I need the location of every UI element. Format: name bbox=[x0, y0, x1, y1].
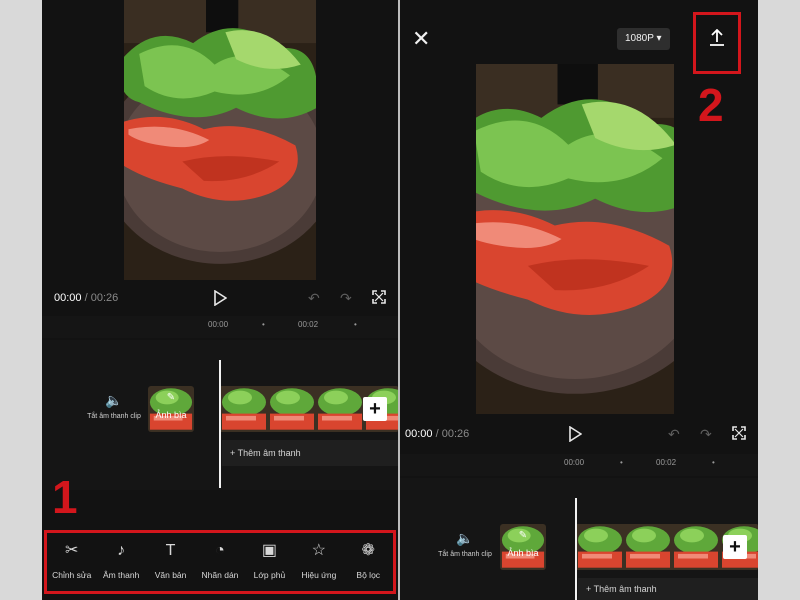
tool-label: Bộ lọc bbox=[356, 570, 381, 580]
filter-icon: ❁ bbox=[361, 542, 375, 559]
resolution-value: 1080P bbox=[625, 33, 654, 44]
time-display: 00:00 / 00:26 bbox=[405, 428, 469, 440]
editor-screen: 00:00 / 00:26 ↶ ↷ 00:00 • 00:02 • 🔈 Tắt … bbox=[42, 0, 398, 600]
undo-icon[interactable]: ↶ bbox=[308, 290, 320, 306]
annotation-step-1: 1 bbox=[52, 471, 78, 523]
cover-image-button[interactable]: ✎ Ảnh bìa bbox=[148, 386, 194, 432]
ruler-mark: 00:00 bbox=[208, 320, 229, 329]
text-icon: T bbox=[165, 542, 176, 559]
add-audio-label: Thêm âm thanh bbox=[237, 448, 301, 458]
overlay-icon: ▣ bbox=[261, 542, 277, 559]
sticker-icon: ◔ bbox=[215, 542, 225, 559]
time-ruler: 00:00 • 00:02 • bbox=[400, 454, 758, 476]
time-separator: / bbox=[84, 292, 88, 304]
ruler-mark: 00:02 bbox=[298, 320, 319, 329]
add-audio-track[interactable]: + Thêm âm thanh bbox=[222, 440, 398, 466]
speaker-icon: 🔈 bbox=[105, 392, 123, 408]
playhead[interactable] bbox=[219, 360, 221, 488]
cover-image-button[interactable]: ✎ Ảnh bìa bbox=[500, 524, 546, 570]
scissors-icon: ✂ bbox=[65, 542, 79, 559]
tool-edit[interactable]: ✂ Chỉnh sửa bbox=[47, 541, 96, 583]
export-button[interactable] bbox=[693, 12, 741, 74]
mute-clip-label: Tắt âm thanh clip bbox=[438, 551, 492, 558]
redo-icon[interactable]: ↷ bbox=[700, 426, 712, 442]
fullscreen-icon[interactable] bbox=[732, 426, 746, 443]
tool-label: Chỉnh sửa bbox=[52, 570, 92, 580]
tool-effects[interactable]: ☆ Hiệu ứng bbox=[294, 541, 343, 583]
mute-clip-button[interactable]: 🔈 Tắt âm thanh clip bbox=[87, 392, 141, 420]
duration: 00:26 bbox=[441, 428, 470, 440]
tool-overlay[interactable]: ▣ Lớp phủ bbox=[245, 541, 294, 583]
tool-label: Hiệu ứng bbox=[301, 570, 337, 580]
playhead[interactable] bbox=[575, 498, 577, 600]
redo-icon[interactable]: ↷ bbox=[340, 290, 352, 306]
ruler-mark: 00:02 bbox=[656, 458, 677, 467]
tool-audio[interactable]: ♪ Âm thanh bbox=[96, 541, 145, 583]
music-note-icon: ♪ bbox=[117, 542, 126, 559]
add-clip-button[interactable]: + bbox=[363, 397, 387, 421]
ruler-mark: 00:00 bbox=[564, 458, 585, 467]
duration: 00:26 bbox=[90, 292, 119, 304]
ruler-dot: • bbox=[620, 458, 623, 467]
upload-icon bbox=[696, 28, 738, 52]
annotation-step-2: 2 bbox=[698, 79, 724, 131]
cover-label: Ảnh bìa bbox=[155, 410, 187, 420]
bottom-toolbar: ✂ Chỉnh sửa ♪ Âm thanh T Văn bản ◔ Nhãn … bbox=[44, 530, 396, 594]
resolution-dropdown[interactable]: 1080P ▾ bbox=[617, 28, 670, 50]
fullscreen-icon[interactable] bbox=[372, 290, 386, 307]
undo-icon[interactable]: ↶ bbox=[668, 426, 680, 442]
ruler-dot: • bbox=[354, 320, 357, 329]
tool-filter[interactable]: ❁ Bộ lọc bbox=[344, 541, 393, 583]
play-icon[interactable] bbox=[213, 289, 228, 309]
cover-label: Ảnh bìa bbox=[507, 548, 539, 558]
export-screen: ✕ 1080P ▾ 2 00:00 / 00:26 ↶ ↷ 00:00 • 00… bbox=[400, 0, 758, 600]
tool-label: Nhãn dán bbox=[201, 570, 239, 580]
play-icon[interactable] bbox=[568, 425, 583, 445]
tool-sticker[interactable]: ◔ Nhãn dán bbox=[195, 541, 244, 583]
pencil-icon: ✎ bbox=[518, 530, 528, 541]
current-time: 00:00 bbox=[54, 292, 82, 304]
video-preview[interactable] bbox=[476, 64, 674, 414]
tool-label: Lớp phủ bbox=[253, 570, 286, 580]
mute-clip-button[interactable]: 🔈 Tắt âm thanh clip bbox=[438, 530, 492, 558]
ruler-dot: • bbox=[712, 458, 715, 467]
mute-clip-label: Tắt âm thanh clip bbox=[87, 413, 141, 420]
time-separator: / bbox=[435, 428, 439, 440]
effects-icon: ☆ bbox=[311, 542, 326, 559]
ruler-dot: • bbox=[262, 320, 265, 329]
tool-text[interactable]: T Văn bản bbox=[146, 541, 195, 583]
time-display: 00:00 / 00:26 bbox=[54, 292, 118, 304]
time-ruler: 00:00 • 00:02 • bbox=[42, 316, 398, 338]
add-audio-label: Thêm âm thanh bbox=[593, 584, 657, 594]
video-preview[interactable] bbox=[124, 0, 316, 280]
current-time: 00:00 bbox=[405, 428, 433, 440]
caret-down-icon: ▾ bbox=[656, 33, 662, 44]
add-clip-button[interactable]: + bbox=[723, 535, 747, 559]
speaker-icon: 🔈 bbox=[456, 530, 474, 546]
pencil-icon: ✎ bbox=[166, 392, 176, 403]
tool-label: Âm thanh bbox=[102, 570, 140, 580]
tool-label: Văn bản bbox=[154, 570, 187, 580]
close-icon[interactable]: ✕ bbox=[412, 28, 430, 50]
add-audio-track[interactable]: + Thêm âm thanh bbox=[578, 578, 758, 600]
